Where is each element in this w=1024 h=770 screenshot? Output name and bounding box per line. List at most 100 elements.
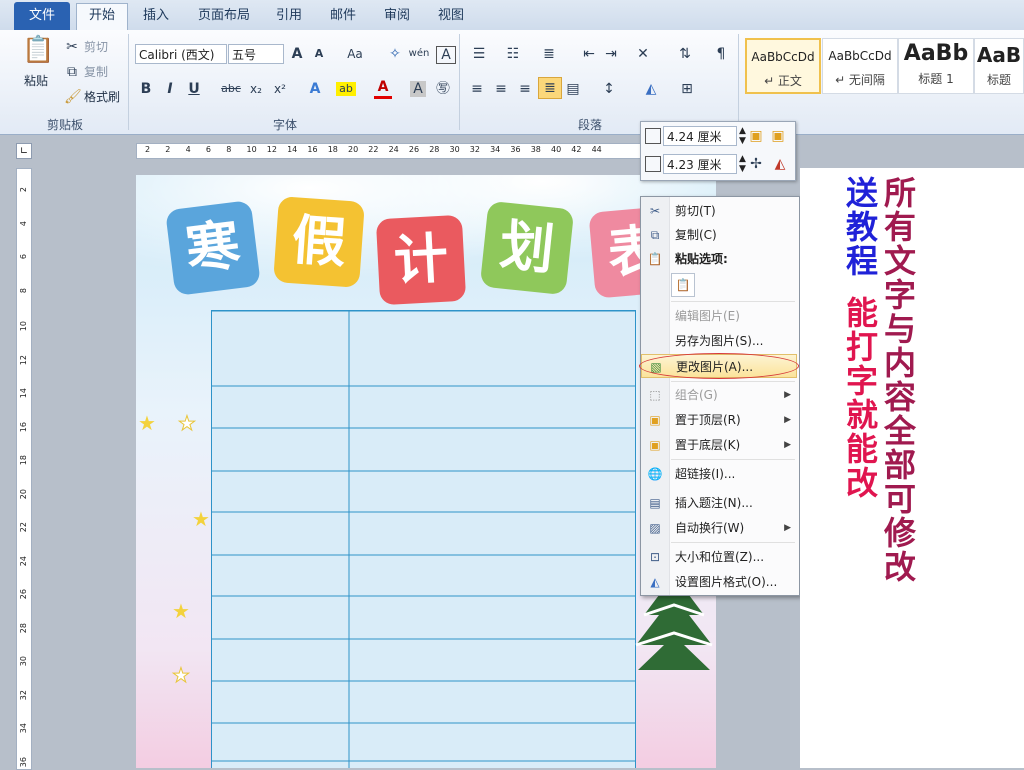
menu-item-group[interactable]: ⬚ 组合(G) ▶ [641, 383, 797, 407]
tab-home[interactable]: 开始 [76, 3, 128, 31]
format-painter-button[interactable]: 格式刷 [84, 86, 120, 108]
numbering-icon[interactable]: ☷ [502, 43, 524, 65]
paste-button[interactable]: 粘贴 [24, 70, 48, 92]
ribbon: 📋 粘贴 ✂ 剪切 ⧉ 复制 🖌 格式刷 剪贴板 Calibri (西文) 五号… [0, 30, 1024, 135]
height-icon [645, 128, 661, 144]
menu-item-label: 自动换行(W) [675, 521, 745, 535]
grow-font-icon[interactable]: A [288, 43, 306, 65]
rotate-icon[interactable]: ◭ [769, 153, 791, 175]
horizontal-ruler[interactable]: 2 2 4 6 8 10 12 14 16 18 20 22 24 26 28 30 32 34 36 38 40 42 4… [136, 143, 648, 159]
subscript-icon[interactable]: x₂ [248, 78, 264, 100]
schedule-table[interactable] [211, 310, 636, 768]
cut-button[interactable]: 剪切 [84, 36, 108, 58]
menu-item-copy[interactable]: ⧉ 复制(C) [641, 223, 797, 247]
tab-review[interactable]: 审阅 [380, 4, 414, 28]
text-effect-icon[interactable]: A [306, 78, 324, 100]
menu-item-save-as-picture[interactable]: 另存为图片(S)... [641, 329, 797, 353]
height-field[interactable]: 4.24 厘米 [663, 126, 737, 146]
font-color-icon[interactable]: A [374, 78, 392, 99]
multilevel-list-icon[interactable]: ≣ [538, 43, 560, 65]
crop-icon[interactable]: ✢ [747, 153, 765, 175]
distributed-icon[interactable]: ▤ [564, 78, 582, 100]
width-spinner[interactable]: ▲ ▼ [739, 154, 746, 174]
height-spinner[interactable]: ▲ ▼ [739, 126, 746, 146]
style-preview: AaB [976, 43, 1022, 67]
show-marks-icon[interactable]: ¶ [712, 43, 730, 65]
ruler-tick-label: 26 [19, 589, 28, 600]
menu-item-insert-caption[interactable]: ▤ 插入题注(N)... [641, 491, 797, 515]
increase-indent-icon[interactable]: ⇥ [602, 43, 620, 65]
menu-item-bring-to-front[interactable]: ▣ 置于顶层(R) ▶ [641, 408, 797, 432]
tab-insert[interactable]: 插入 [138, 4, 174, 28]
ruler-tick-label: 32 [469, 145, 480, 154]
group-icon: ⬚ [649, 388, 661, 402]
tab-page-layout[interactable]: 页面布局 [192, 4, 256, 28]
ruler-tick-label: 30 [19, 656, 28, 667]
bring-forward-icon[interactable]: ▣ [747, 125, 765, 147]
borders-icon[interactable]: ⊞ [676, 78, 698, 100]
enclose-char-icon[interactable]: ㊢ [434, 78, 452, 100]
width-field[interactable]: 4.23 厘米 [663, 154, 737, 174]
style-no-spacing[interactable]: AaBbCcDd ↵ 无间隔 [822, 38, 898, 94]
scissors-icon: ✂ [66, 39, 78, 55]
font-size-field[interactable]: 五号 [228, 44, 284, 64]
underline-icon[interactable]: U [186, 78, 202, 100]
menu-item-hyperlink[interactable]: 🌐 超链接(I)... [641, 462, 797, 486]
shrink-font-icon[interactable]: A [310, 43, 328, 65]
decrease-indent-icon[interactable]: ⇤ [580, 43, 598, 65]
paste-keep-format-icon[interactable]: 📋 [671, 273, 695, 297]
vertical-ruler[interactable]: 2 4 6 8 10 12 14 16 18 20 22 24 26 28 30 32 34 36 [16, 168, 32, 770]
ruler-tick-label: 24 [19, 555, 28, 566]
tab-references[interactable]: 引用 [272, 4, 306, 28]
menu-item-wrap-text[interactable]: ▨ 自动换行(W) ▶ [641, 516, 797, 540]
change-case-icon[interactable]: Aa [342, 43, 368, 65]
style-heading-1[interactable]: AaBb 标题 1 [898, 38, 974, 94]
menu-item-send-to-back[interactable]: ▣ 置于底层(K) ▶ [641, 433, 797, 457]
chinese-layout-icon[interactable]: ✕ [632, 43, 654, 65]
bold-icon[interactable]: B [138, 78, 154, 100]
style-name: ↵ 无间隔 [835, 73, 885, 87]
italic-icon[interactable]: I [162, 78, 178, 100]
tab-mailings[interactable]: 邮件 [326, 4, 360, 28]
phonetic-guide-icon[interactable]: wén [408, 43, 430, 65]
document-page[interactable]: 寒 假 计 划 表 ★ ★ ★ ★ ★ ★ [136, 175, 716, 768]
clear-format-icon[interactable]: ✧ [386, 43, 404, 65]
style-title[interactable]: AaB 标题 [974, 38, 1024, 94]
highlight-icon[interactable]: ab [336, 82, 356, 96]
style-name: 标题 1 [918, 72, 954, 86]
style-name: 标题 [986, 73, 1011, 87]
tab-file[interactable]: 文件 [14, 2, 70, 30]
sort-icon[interactable]: ⇅ [676, 43, 694, 65]
bullets-icon[interactable]: ☰ [468, 43, 490, 65]
menu-item-size-position[interactable]: ⊡ 大小和位置(Z)... [641, 545, 797, 569]
line-spacing-icon[interactable]: ↕ [598, 78, 620, 100]
char-shading-icon[interactable]: A [410, 81, 426, 97]
tab-view[interactable]: 视图 [434, 4, 468, 28]
menu-item-cut[interactable]: ✂ 剪切(T) [641, 199, 797, 223]
ruler-tick-label: 22 [368, 145, 379, 154]
align-center-icon[interactable]: ≡ [492, 78, 510, 100]
send-backward-icon[interactable]: ▣ [769, 125, 787, 147]
shading-icon[interactable]: ◭ [640, 78, 662, 100]
send-to-back-icon: ▣ [649, 438, 661, 452]
menu-item-label: 另存为图片(S)... [675, 334, 764, 348]
align-right-icon[interactable]: ≡ [516, 78, 534, 100]
paste-icon[interactable]: 📋 [22, 34, 54, 66]
tab-selector-button[interactable]: ∟ [16, 143, 32, 159]
menu-item-format-picture[interactable]: ◭ 设置图片格式(O)... [641, 570, 797, 594]
char-border-icon[interactable]: A [436, 46, 456, 64]
ruler-tick-label: 4 [19, 220, 28, 226]
menu-separator [671, 301, 795, 302]
superscript-icon[interactable]: x² [272, 78, 288, 100]
font-name-field[interactable]: Calibri (西文) [135, 44, 227, 64]
ruler-tick-label: 36 [19, 756, 28, 767]
title-char-block: 划 [479, 200, 575, 296]
ruler-tick-label: 14 [19, 388, 28, 399]
star-decoration: ★ [138, 411, 156, 435]
style-normal[interactable]: AaBbCcDd ↵ 正文 [745, 38, 821, 94]
strikethrough-icon[interactable]: abc [220, 78, 242, 100]
menu-item-edit-picture[interactable]: 编辑图片(E) [641, 304, 797, 328]
align-left-icon[interactable]: ≡ [468, 78, 486, 100]
copy-button[interactable]: 复制 [84, 61, 108, 83]
justify-icon[interactable]: ≣ [538, 77, 562, 99]
